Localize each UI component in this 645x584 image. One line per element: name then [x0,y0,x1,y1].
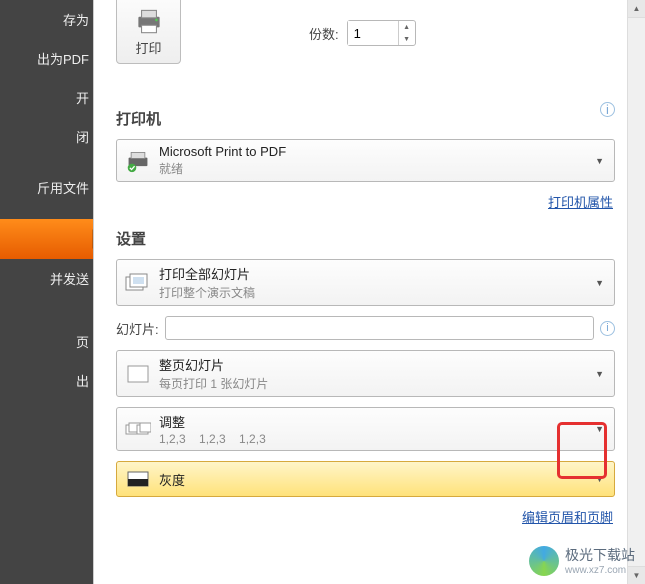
copies-input[interactable] [348,21,398,45]
printer-icon [132,4,166,38]
slides-info-icon[interactable]: i [600,321,615,336]
watermark-url: www.xz7.com [565,565,635,576]
chevron-down-icon: ▼ [591,278,608,288]
sidebar-item-saveas[interactable]: 存为 [0,0,93,39]
print-button-label: 打印 [135,38,161,57]
layout-select[interactable]: 整页幻灯片 每页打印 1 张幻灯片 ▼ [116,350,615,397]
scroll-up-arrow[interactable]: ▲ [628,0,645,18]
sidebar-item-recent[interactable]: 斤用文件 [0,168,93,207]
sidebar-item-export-pdf[interactable]: 出为PDF [0,39,93,78]
printer-info-icon[interactable]: i [600,102,615,117]
slides-range-input[interactable] [165,316,594,340]
layout-title: 整页幻灯片 [159,355,591,374]
chevron-down-icon: ▼ [591,424,608,434]
sidebar-item-options[interactable]: 页 [0,322,93,361]
edit-header-footer-link[interactable]: 编辑页眉和页脚 [522,510,613,525]
watermark: 极光下载站 www.xz7.com [529,545,635,576]
sidebar-item-exit[interactable]: 出 [0,361,93,400]
slides-all-icon [123,270,153,296]
print-range-title: 打印全部幻灯片 [159,264,591,283]
printer-name: Microsoft Print to PDF [159,144,591,159]
printer-status: 就绪 [159,160,591,177]
copies-label: 份数: [309,24,339,43]
chevron-down-icon: ▼ [591,369,608,379]
copies-row: 份数: ▲ ▼ [309,20,416,46]
settings-section-title: 设置 [116,228,615,249]
printer-device-icon [123,148,153,174]
printer-section-title: 打印机 [116,108,161,129]
sidebar-item-print[interactable] [0,219,93,259]
grayscale-icon [123,466,153,492]
print-range-sub: 打印整个演示文稿 [159,284,591,301]
print-panel: 打印 份数: ▲ ▼ 打印机 i Microsoft Print to PDF … [93,0,645,584]
chevron-down-icon: ▼ [591,474,608,484]
slides-range-label: 幻灯片: [116,319,159,338]
backstage-sidebar: 存为 出为PDF 开 闭 斤用文件 并发送 页 出 [0,0,93,584]
vertical-scrollbar[interactable]: ▲ ▼ [627,0,645,584]
sidebar-item-close[interactable]: 闭 [0,117,93,156]
watermark-logo-icon [529,546,559,576]
color-mode-select[interactable]: 灰度 ▼ [116,461,615,497]
watermark-text: 极光下载站 [565,545,635,565]
printer-select[interactable]: Microsoft Print to PDF 就绪 ▼ [116,139,615,182]
collate-title: 调整 [159,412,591,431]
layout-sub: 每页打印 1 张幻灯片 [159,375,591,392]
collate-icon [123,416,153,442]
color-mode-title: 灰度 [159,470,591,489]
printer-properties-link[interactable]: 打印机属性 [548,195,613,210]
print-range-select[interactable]: 打印全部幻灯片 打印整个演示文稿 ▼ [116,259,615,306]
print-button[interactable]: 打印 [116,0,181,64]
collate-sub: 1,2,3 1,2,3 1,2,3 [159,432,591,446]
collate-select[interactable]: 调整 1,2,3 1,2,3 1,2,3 ▼ [116,407,615,451]
copies-down[interactable]: ▼ [399,33,415,45]
copies-spinner[interactable]: ▲ ▼ [347,20,416,46]
copies-up[interactable]: ▲ [399,21,415,33]
sidebar-item-open[interactable]: 开 [0,78,93,117]
full-page-icon [123,361,153,387]
sidebar-item-share[interactable]: 并发送 [0,259,93,298]
chevron-down-icon: ▼ [591,156,608,166]
